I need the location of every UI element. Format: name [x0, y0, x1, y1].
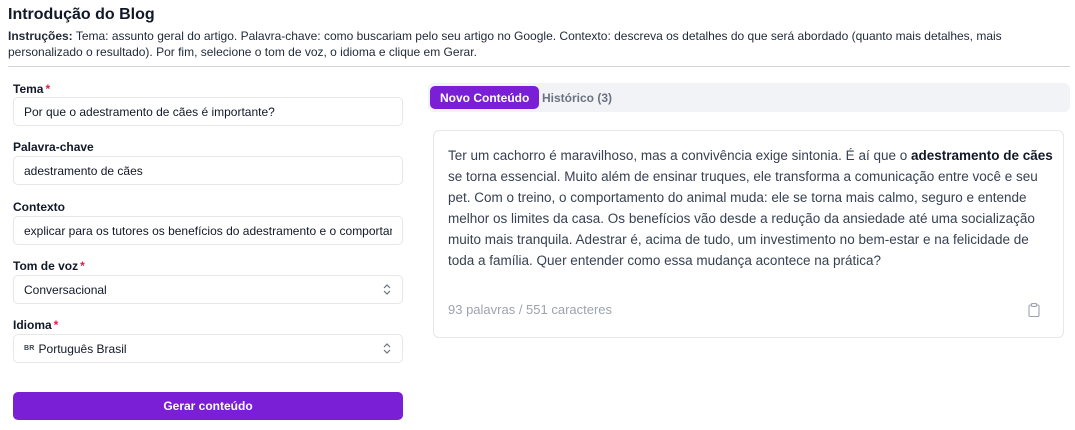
tema-input[interactable]: Por que o adestramento de cães é importa…	[13, 97, 403, 126]
tom-de-voz-select-value: Conversacional	[24, 282, 107, 297]
tab-novo-conteudo[interactable]: Novo Conteúdo	[430, 86, 540, 109]
page-title: Introdução do Blog	[8, 6, 155, 23]
content-tabs: Novo Conteúdo Histórico (3)	[428, 83, 1070, 112]
generated-content-text: Ter um cachorro é maravilhoso, mas a con…	[448, 145, 1053, 271]
contexto-input[interactable]: explicar para os tutores os benefícios d…	[13, 216, 403, 245]
idioma-select-value: Português Brasil	[38, 341, 127, 356]
palavra-chave-input[interactable]: adestramento de cães	[13, 156, 403, 185]
palavra-chave-input-value: adestramento de cães	[24, 163, 143, 178]
idioma-label-text: Idioma	[13, 318, 52, 332]
clipboard-icon[interactable]	[1028, 303, 1042, 319]
header-divider	[8, 66, 1070, 67]
idioma-select[interactable]: BR Português Brasil	[13, 334, 403, 363]
tema-label-text: Tema	[13, 82, 44, 96]
tom-de-voz-label-text: Tom de voz	[13, 259, 79, 273]
content-text-part: se torna essencial. Muito além de ensina…	[448, 169, 1038, 268]
contexto-input-value: explicar para os tutores os benefícios d…	[24, 223, 392, 238]
idioma-label: Idioma *	[13, 318, 58, 332]
word-char-count: 93 palavras / 551 caracteres	[448, 302, 613, 317]
generate-content-button[interactable]: Gerar conteúdo	[13, 392, 403, 420]
palavra-chave-label: Palavra-chave	[13, 140, 94, 154]
instructions: Instruções: Tema: assunto geral do artig…	[8, 28, 1070, 60]
chevron-up-down-icon	[382, 284, 392, 296]
palavra-chave-label-text: Palavra-chave	[13, 140, 94, 154]
contexto-label-text: Contexto	[13, 200, 65, 214]
tema-label: Tema *	[13, 82, 50, 96]
contexto-label: Contexto	[13, 200, 65, 214]
tom-de-voz-select[interactable]: Conversacional	[13, 275, 403, 304]
required-mark: *	[53, 318, 59, 332]
content-text-part: Ter um cachorro é maravilhoso, mas a con…	[448, 148, 911, 163]
flag-icon: BR	[24, 345, 35, 352]
tom-de-voz-label: Tom de voz *	[13, 259, 85, 273]
tab-historico[interactable]: Histórico (3)	[532, 86, 622, 109]
content-keyword: adestramento de cães	[910, 148, 1053, 163]
generated-content-card: Ter um cachorro é maravilhoso, mas a con…	[433, 130, 1064, 338]
instructions-label: Instruções:	[8, 29, 73, 43]
instructions-text: Tema: assunto geral do artigo. Palavra-c…	[8, 29, 1002, 59]
required-mark: *	[45, 82, 51, 96]
tema-input-value: Por que o adestramento de cães é importa…	[24, 104, 275, 119]
required-mark: *	[80, 259, 85, 273]
chevron-up-down-icon	[382, 343, 392, 355]
